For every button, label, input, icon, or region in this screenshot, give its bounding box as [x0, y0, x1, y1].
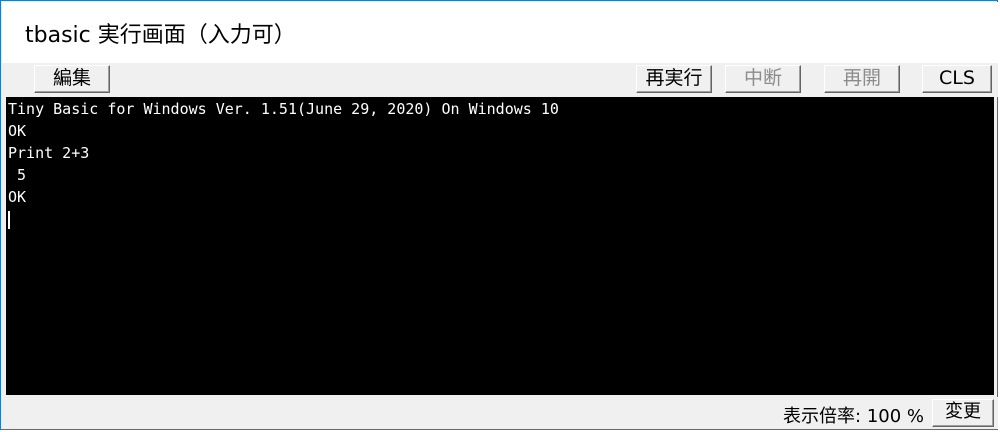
toolbar: 編集 再実行 中断 再開 CLS — [2, 63, 998, 97]
console-line: OK — [8, 188, 27, 206]
zoom-level-label: 表示倍率: 100 % — [783, 406, 924, 427]
console-line: 5 — [8, 166, 27, 184]
change-zoom-button[interactable]: 変更 — [932, 399, 994, 427]
title-bar[interactable]: tbasic 実行画面（入力可） — [2, 2, 998, 63]
edit-button[interactable]: 編集 — [34, 65, 110, 93]
app-window: tbasic 実行画面（入力可） 編集 再実行 中断 再開 CLS Tiny B… — [0, 0, 998, 430]
console-output[interactable]: Tiny Basic for Windows Ver. 1.51(June 29… — [6, 97, 994, 395]
window-title: tbasic 実行画面（入力可） — [25, 23, 296, 48]
text-cursor — [8, 210, 10, 229]
status-bar: 表示倍率: 100 % 変更 — [2, 397, 998, 429]
resume-button[interactable]: 再開 — [824, 65, 900, 93]
input-line[interactable] — [8, 208, 994, 230]
console-line: Tiny Basic for Windows Ver. 1.51(June 29… — [8, 100, 559, 118]
break-button[interactable]: 中断 — [725, 65, 801, 93]
console-line: OK — [8, 122, 27, 140]
console-line: Print 2+3 — [8, 144, 90, 162]
cls-button[interactable]: CLS — [922, 65, 992, 93]
rerun-button[interactable]: 再実行 — [636, 65, 712, 93]
